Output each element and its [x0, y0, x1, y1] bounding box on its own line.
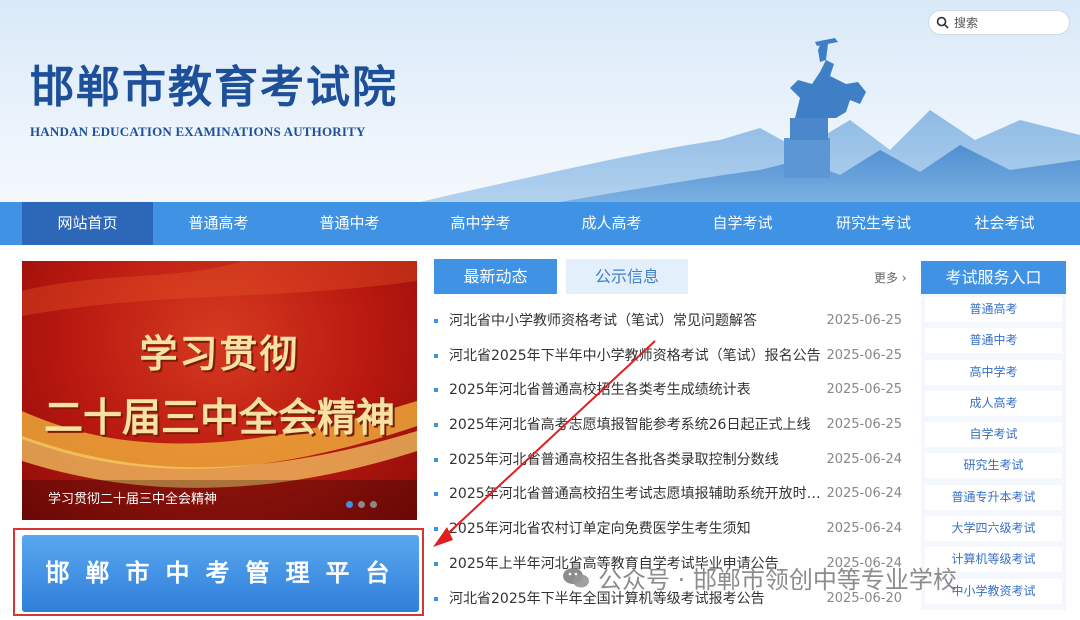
site-subtitle: HANDAN EDUCATION EXAMINATIONS AUTHORITY — [30, 124, 366, 139]
tab-latest-news[interactable]: 最新动态 — [434, 259, 557, 294]
more-label: 更多 — [874, 271, 899, 285]
service-entrance-title: 考试服务入口 — [921, 261, 1066, 294]
nav-item-gaokao[interactable]: 普通高考 — [153, 202, 284, 245]
more-link[interactable]: 更多 › — [874, 269, 907, 286]
slider-dots — [346, 501, 377, 508]
bullet-icon — [434, 527, 438, 532]
news-item[interactable]: 河北省中小学教师资格考试（笔试）常见问题解答 2025-06-25 — [434, 304, 908, 339]
news-item[interactable]: 河北省2025年下半年中小学教师资格考试（笔试）报名公告 2025-06-25 — [434, 339, 908, 374]
service-link-label[interactable]: 普通中考 — [925, 328, 1062, 354]
service-link-gaokao[interactable]: 普通高考 — [921, 297, 1066, 328]
nav-item-self-study-exam[interactable]: 自学考试 — [677, 202, 808, 245]
news-title[interactable]: 2025年河北省高考志愿填报智能参考系统26日起正式上线 — [449, 408, 833, 443]
image-slider[interactable]: 学习贯彻 二十届三中全会精神 学习贯彻二十届三中全会精神 — [22, 261, 417, 520]
news-date: 2025-06-24 — [826, 486, 902, 502]
news-item[interactable]: 2025年河北省普通高校招生各类考生成绩统计表 2025-06-25 — [434, 373, 908, 408]
service-link-label[interactable]: 大学四六级考试 — [925, 516, 1062, 542]
service-link-adult-exam[interactable]: 成人高考 — [921, 390, 1066, 422]
service-link-label[interactable]: 自学考试 — [925, 422, 1062, 448]
news-date: 2025-06-24 — [826, 521, 902, 537]
search-input[interactable] — [954, 15, 1064, 30]
header-banner: 邯郸市教育考试院 HANDAN EDUCATION EXAMINATIONS A… — [0, 0, 1080, 202]
news-date: 2025-06-25 — [826, 417, 902, 433]
slider-slogan-line2: 二十届三中全会精神 — [43, 396, 395, 441]
service-link-label[interactable]: 成人高考 — [925, 390, 1062, 416]
news-item[interactable]: 2025年河北省普通高校招生考试志愿填报辅助系统开放时间... 2025-06-2… — [434, 477, 908, 512]
search-box[interactable] — [928, 10, 1070, 35]
bullet-icon — [434, 319, 438, 323]
watermark-text: 公众号 · 邯郸市领创中等专业学校 — [598, 566, 957, 594]
service-link-xuekao[interactable]: 高中学考 — [921, 359, 1066, 391]
news-title[interactable]: 2025年河北省农村订单定向免费医学生考生须知 — [449, 512, 833, 547]
service-link-cet[interactable]: 大学四六级考试 — [921, 516, 1066, 547]
news-date: 2025-06-25 — [826, 313, 902, 328]
news-date: 2025-06-25 — [826, 347, 902, 363]
site-title: 邯郸市教育考试院 — [30, 62, 398, 113]
news-title[interactable]: 河北省2025年下半年中小学教师资格考试（笔试）报名公告 — [449, 339, 833, 374]
bullet-icon — [434, 353, 438, 358]
news-date: 2025-06-24 — [826, 451, 902, 467]
slider-dot-3[interactable] — [370, 501, 377, 508]
news-title[interactable]: 2025年河北省普通高校招生考试志愿填报辅助系统开放时间... — [449, 477, 833, 512]
service-link-self-study[interactable]: 自学考试 — [921, 422, 1066, 453]
news-title[interactable]: 2025年河北省普通高校招生各批各类录取控制分数线 — [449, 443, 833, 478]
news-item[interactable]: 2025年河北省高考志愿填报智能参考系统26日起正式上线 2025-06-25 — [434, 408, 908, 443]
service-link-graduate[interactable]: 研究生考试 — [921, 453, 1066, 484]
service-link-label[interactable]: 高中学考 — [925, 359, 1062, 385]
service-link-zhongkao[interactable]: 普通中考 — [921, 328, 1066, 359]
service-link-label[interactable]: 研究生考试 — [925, 453, 1062, 479]
chevron-right-icon: › — [901, 271, 907, 285]
bullet-icon — [434, 596, 438, 601]
nav-item-home[interactable]: 网站首页 — [22, 202, 153, 245]
news-title[interactable]: 河北省中小学教师资格考试（笔试）常见问题解答 — [449, 304, 833, 339]
bullet-icon — [434, 492, 438, 497]
zhongkao-platform-button[interactable]: 邯郸市中考管理平台 — [22, 535, 419, 612]
nav-item-zhongkao[interactable]: 普通中考 — [284, 202, 415, 245]
tab-public-notice[interactable]: 公示信息 — [566, 259, 688, 294]
service-link-label[interactable]: 普通高考 — [925, 297, 1062, 322]
nav-item-xuekao[interactable]: 高中学考 — [415, 202, 546, 245]
slider-slogan-line1: 学习贯彻 — [139, 332, 300, 376]
news-date: 2025-06-25 — [826, 382, 902, 398]
slider-caption[interactable]: 学习贯彻二十届三中全会精神 — [48, 488, 217, 507]
slider-dot-1[interactable] — [346, 501, 353, 508]
nav-item-social-exam[interactable]: 社会考试 — [939, 202, 1070, 245]
news-item[interactable]: 2025年河北省农村订单定向免费医学生考生须知 2025-06-24 — [434, 512, 908, 547]
bullet-icon — [434, 388, 438, 393]
main-nav: 网站首页 普通高考 普通中考 高中学考 成人高考 自学考试 研究生考试 社会考试 — [0, 202, 1080, 245]
news-item[interactable]: 2025年河北省普通高校招生各批各类录取控制分数线 2025-06-24 — [434, 443, 908, 478]
bullet-icon — [434, 457, 438, 462]
slider-dot-2[interactable] — [358, 501, 365, 508]
search-icon[interactable] — [936, 16, 949, 29]
service-link-upgrade[interactable]: 普通专升本考试 — [921, 484, 1066, 516]
watermark: 公众号 · 邯郸市领创中等专业学校 — [562, 560, 957, 595]
nav-item-adult-exam[interactable]: 成人高考 — [546, 202, 677, 245]
bullet-icon — [434, 561, 438, 566]
news-title[interactable]: 2025年河北省普通高校招生各类考生成绩统计表 — [449, 373, 833, 408]
bullet-icon — [434, 423, 438, 428]
wechat-icon — [563, 567, 589, 587]
service-link-label[interactable]: 普通专升本考试 — [925, 484, 1062, 510]
nav-item-graduate-exam[interactable]: 研究生考试 — [808, 202, 939, 245]
